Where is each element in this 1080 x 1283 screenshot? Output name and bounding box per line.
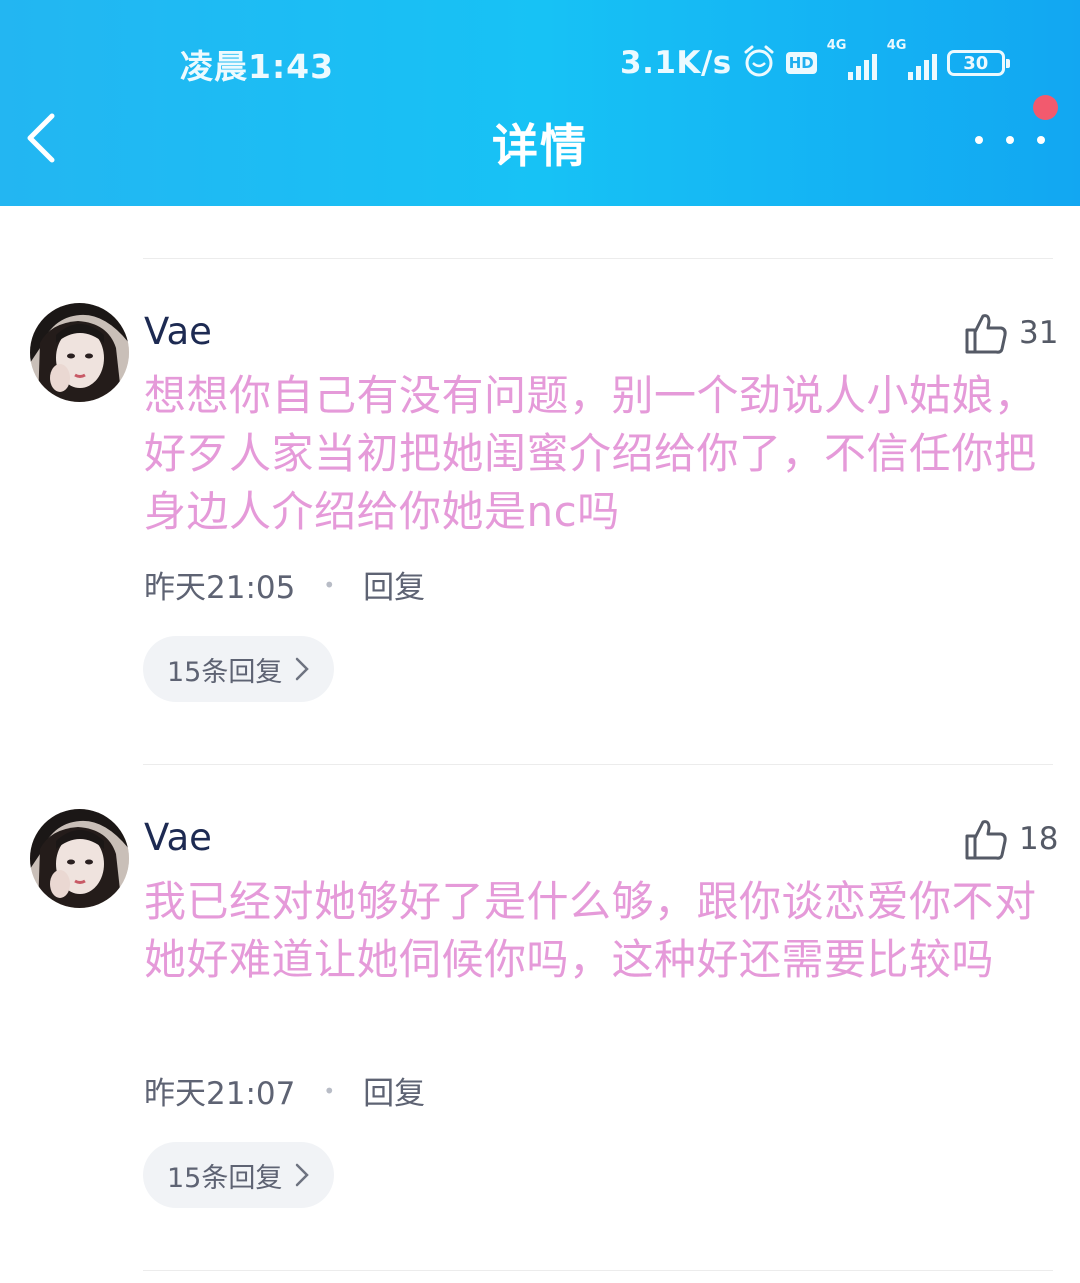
- notification-dot: [1033, 95, 1058, 120]
- replies-count: 15条回复: [167, 1162, 283, 1194]
- comment-meta: 昨天21:05 • 回复: [144, 562, 425, 607]
- app-header: 凌晨1:43 3.1K/s HD 4G 4G 30 详情: [0, 0, 1080, 206]
- reply-button[interactable]: 回复: [363, 562, 425, 607]
- comment-text: 我已经对她够好了是什么够，跟你谈恋爱你不对她好难道让她伺候你吗，这种好还需要比较…: [144, 877, 1037, 984]
- reply-button[interactable]: 回复: [363, 1068, 425, 1113]
- like-count: 18: [1019, 821, 1059, 857]
- like-button[interactable]: 18: [963, 816, 1058, 862]
- comment-meta: 昨天21:07 • 回复: [144, 1068, 425, 1113]
- comment-time: 昨天21:05: [144, 570, 296, 606]
- chevron-right-icon: [296, 657, 310, 681]
- replies-count: 15条回复: [167, 656, 283, 688]
- chevron-right-icon: [296, 1163, 310, 1187]
- more-icon: [975, 136, 983, 144]
- status-icons: 3.1K/s HD 4G 4G 30: [620, 38, 1010, 88]
- signal-2: 4G: [887, 38, 937, 80]
- signal-1: 4G: [827, 38, 877, 80]
- divider: [143, 764, 1053, 765]
- like-button[interactable]: 31: [963, 310, 1058, 356]
- view-replies-button[interactable]: 15条回复: [143, 636, 335, 702]
- meta-separator: •: [323, 1078, 336, 1103]
- divider: [143, 258, 1053, 259]
- comment-time: 昨天21:07: [144, 1076, 296, 1112]
- comment-text: 想想你自己有没有问题，别一个劲说人小姑娘，好歹人家当初把她闺蜜介绍给你了，不信任…: [144, 371, 1037, 536]
- hd-badge: HD: [785, 52, 817, 74]
- alarm-icon: [742, 44, 776, 82]
- network-speed: 3.1K/s: [620, 45, 732, 81]
- avatar[interactable]: [30, 809, 129, 908]
- username[interactable]: Vae: [144, 310, 212, 353]
- thumbs-up-icon: [965, 314, 1007, 354]
- battery-indicator: 30: [946, 50, 1010, 76]
- avatar[interactable]: [30, 303, 129, 402]
- username[interactable]: Vae: [144, 816, 212, 859]
- meta-separator: •: [323, 572, 336, 597]
- status-time: 凌晨1:43: [180, 47, 335, 86]
- page-title: 详情: [492, 119, 588, 173]
- divider: [143, 1270, 1053, 1271]
- view-replies-button[interactable]: 15条回复: [143, 1142, 335, 1208]
- more-button[interactable]: [975, 125, 1045, 155]
- like-count: 31: [1019, 315, 1059, 351]
- thumbs-up-icon: [965, 820, 1007, 860]
